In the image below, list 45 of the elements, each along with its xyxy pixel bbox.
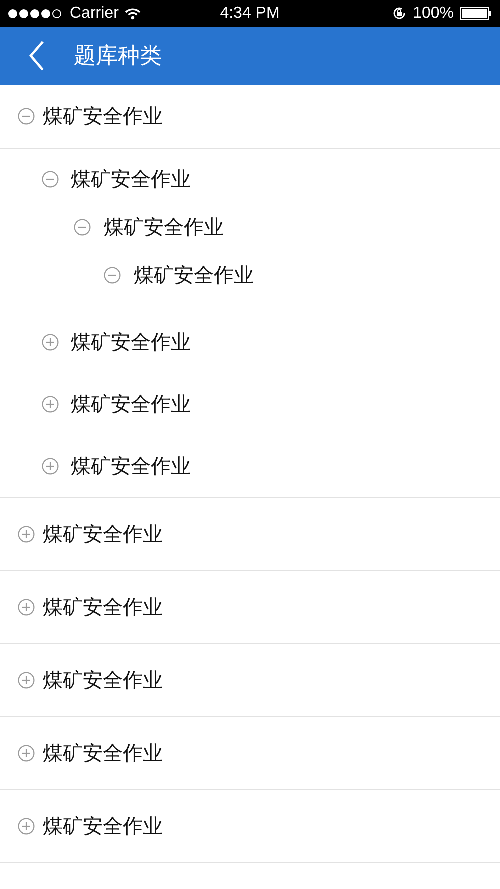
tree-item[interactable]: 煤矿安全作业 [0,311,500,373]
tree-item-label: 煤矿安全作业 [43,812,163,840]
tree-item-label: 煤矿安全作业 [43,520,163,548]
expand-icon[interactable] [42,458,59,474]
tree-item[interactable]: 煤矿安全作业 [0,435,500,497]
status-time: 4:34 PM [220,4,280,22]
expand-icon[interactable] [18,598,35,616]
carrier-name: Carrier [70,4,119,22]
tree-item[interactable]: 煤矿安全作业 [0,85,500,149]
tree-item-label: 煤矿安全作业 [71,452,191,480]
tree-item-label: 煤矿安全作业 [43,740,163,766]
nav-title: 题库种类 [74,43,162,71]
tree-item[interactable]: 煤矿安全作业 [0,155,500,203]
tree-item-label: 煤矿安全作业 [134,262,254,288]
expand-icon[interactable] [18,744,35,762]
expand-icon[interactable] [42,334,59,350]
tree-item-label: 煤矿安全作业 [71,166,191,192]
tree-item-label: 煤矿安全作业 [43,666,163,694]
wifi-icon [124,8,141,20]
battery-percent: 100% [413,4,454,22]
tree-item[interactable]: 煤矿安全作业 [0,251,500,299]
collapse-icon[interactable] [104,266,121,284]
tree-item-label: 煤矿安全作业 [43,594,163,620]
signal-icon [8,8,64,18]
tree-item[interactable]: 煤矿安全作业 [0,790,500,863]
tree-item[interactable]: 煤矿安全作业 [0,717,500,790]
collapse-icon[interactable] [18,108,35,125]
tree-item[interactable]: 煤矿安全作业 [0,203,500,251]
tree-item-label: 煤矿安全作业 [71,390,191,418]
expand-icon[interactable] [18,672,35,688]
tree-item-label: 煤矿安全作业 [43,103,163,130]
back-icon [28,40,46,72]
expand-icon[interactable] [18,818,35,834]
battery-icon [460,7,492,20]
tree-item[interactable]: 煤矿安全作业 [0,498,500,571]
collapse-icon[interactable] [74,218,91,236]
expand-icon[interactable] [42,396,59,412]
expand-icon[interactable] [18,526,35,542]
tree-item-label: 煤矿安全作业 [71,328,191,356]
tree-item[interactable]: 煤矿安全作业 [0,373,500,435]
rotation-lock-icon [392,6,408,21]
tree-item[interactable]: 煤矿安全作业 [0,644,500,717]
tree-item-label: 煤矿安全作业 [104,214,224,240]
collapse-icon[interactable] [42,170,59,188]
tree-item[interactable]: 煤矿安全作业 [0,571,500,644]
